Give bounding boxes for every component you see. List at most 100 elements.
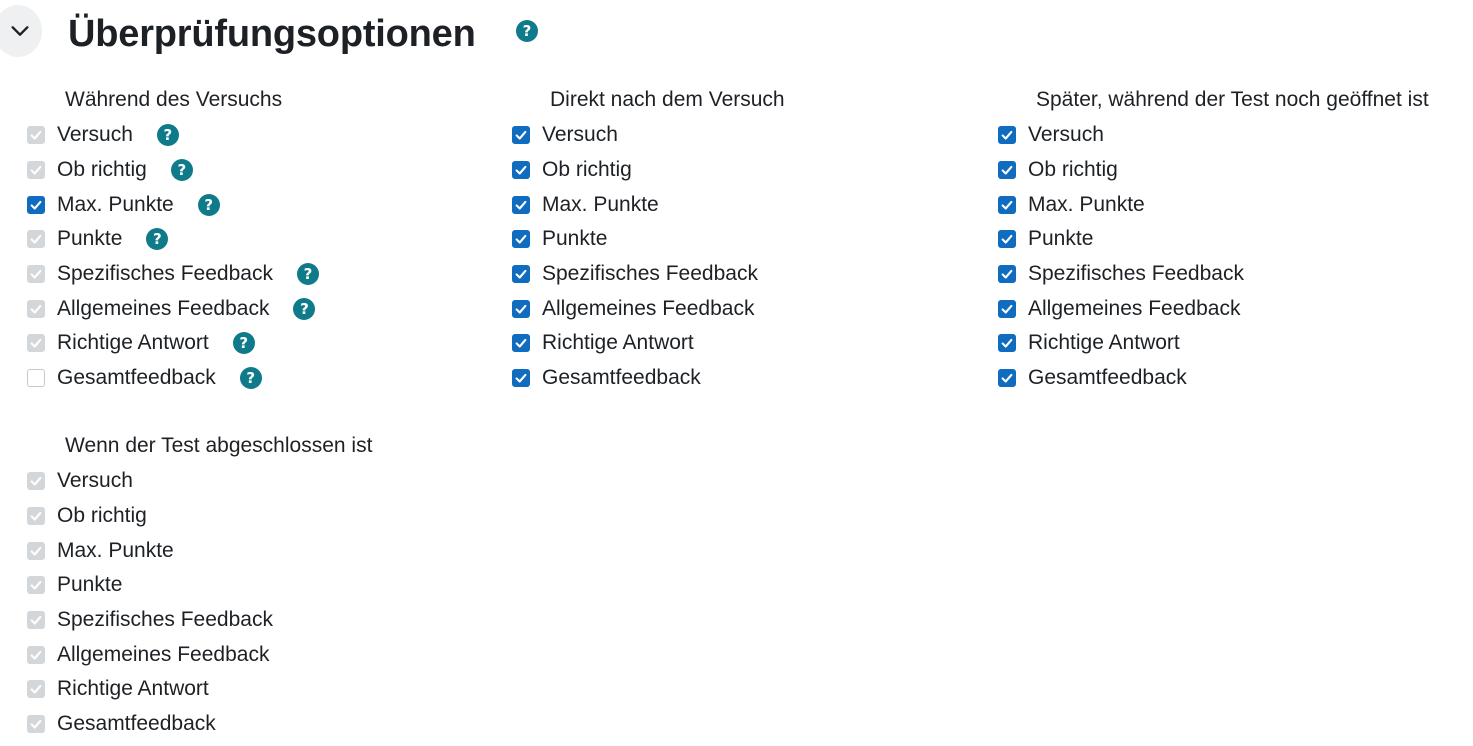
- versuch-checkbox[interactable]: [512, 126, 530, 145]
- option-label[interactable]: Gesamtfeedback: [542, 364, 701, 392]
- option-label[interactable]: Versuch: [542, 121, 618, 149]
- option-richtige-antwort: Richtige Antwort: [27, 672, 372, 707]
- option-label: Max. Punkte: [57, 538, 174, 562]
- checkmark-icon: [30, 650, 42, 660]
- option-versuch: Versuch: [27, 464, 372, 499]
- help-icon[interactable]: ?: [146, 228, 169, 251]
- checkmark-icon: [515, 200, 527, 210]
- help-icon[interactable]: ?: [293, 297, 316, 320]
- option-label[interactable]: Allgemeines Feedback: [542, 295, 754, 323]
- spezifisches-feedback-checkbox: [27, 265, 45, 284]
- option-label[interactable]: Gesamtfeedback: [57, 364, 216, 392]
- group-heading: Während des Versuchs: [65, 88, 283, 111]
- checkmark-icon: [1001, 269, 1013, 279]
- checkmark-icon: [1001, 374, 1013, 383]
- option-ob-richtig: Ob richtig: [512, 153, 785, 188]
- checkmark-icon: [30, 615, 42, 625]
- checkmark-icon: [30, 581, 42, 590]
- help-icon[interactable]: ?: [197, 193, 220, 216]
- option-richtige-antwort: Richtige Antwort: [998, 326, 1429, 361]
- checkmark-icon: [1001, 235, 1013, 244]
- gesamtfeedback-checkbox: [27, 715, 45, 734]
- option-richtige-antwort: Richtige Antwort: [512, 326, 785, 361]
- option-versuch: Versuch?: [27, 118, 319, 153]
- group-later-while-open: Später, während der Test noch geöffnet i…: [998, 86, 1429, 396]
- max-punkte-checkbox[interactable]: [998, 195, 1016, 214]
- help-icon[interactable]: ?: [239, 367, 262, 390]
- max-punkte-checkbox[interactable]: [512, 195, 530, 214]
- checkmark-icon: [30, 720, 42, 729]
- option-spezifisches-feedback: Spezifisches Feedback: [27, 603, 372, 638]
- spezifisches-feedback-checkbox[interactable]: [512, 265, 530, 284]
- checkmark-icon: [30, 304, 42, 314]
- option-spezifisches-feedback: Spezifisches Feedback?: [27, 257, 319, 292]
- option-gesamtfeedback: Gesamtfeedback: [512, 361, 785, 396]
- collapse-section-button[interactable]: [0, 5, 42, 57]
- allgemeines-feedback-checkbox[interactable]: [512, 299, 530, 318]
- option-label[interactable]: Allgemeines Feedback: [1028, 295, 1240, 323]
- option-label[interactable]: Gesamtfeedback: [1028, 364, 1187, 392]
- group-heading: Wenn der Test abgeschlossen ist: [65, 434, 373, 457]
- option-label[interactable]: Ob richtig: [1028, 156, 1118, 184]
- option-label[interactable]: Versuch: [1028, 121, 1104, 149]
- spezifisches-feedback-checkbox: [27, 611, 45, 630]
- punkte-checkbox: [27, 576, 45, 595]
- option-label[interactable]: Max. Punkte: [57, 191, 174, 219]
- spezifisches-feedback-checkbox[interactable]: [998, 265, 1016, 284]
- allgemeines-feedback-checkbox: [27, 645, 45, 664]
- option-allgemeines-feedback: Allgemeines Feedback: [998, 291, 1429, 326]
- versuch-checkbox[interactable]: [998, 126, 1016, 145]
- option-ob-richtig: Ob richtig: [27, 499, 372, 534]
- help-icon[interactable]: ?: [296, 263, 319, 286]
- richtige-antwort-checkbox: [27, 334, 45, 353]
- option-label[interactable]: Ob richtig: [542, 156, 632, 184]
- help-icon[interactable]: ?: [232, 332, 255, 355]
- option-versuch: Versuch: [512, 118, 785, 153]
- option-versuch: Versuch: [998, 118, 1429, 153]
- ob-richtig-checkbox: [27, 161, 45, 180]
- option-label[interactable]: Max. Punkte: [1028, 191, 1145, 219]
- checkmark-icon: [30, 477, 42, 486]
- checkmark-icon: [30, 235, 42, 244]
- help-icon[interactable]: ?: [156, 124, 179, 147]
- checkmark-icon: [30, 339, 42, 349]
- punkte-checkbox[interactable]: [512, 230, 530, 249]
- help-icon[interactable]: ?: [170, 159, 193, 182]
- gesamtfeedback-checkbox[interactable]: [998, 369, 1016, 388]
- option-label[interactable]: Richtige Antwort: [542, 329, 694, 357]
- checkmark-icon: [515, 339, 527, 349]
- allgemeines-feedback-checkbox[interactable]: [998, 299, 1016, 318]
- group-heading: Später, während der Test noch geöffnet i…: [1036, 88, 1429, 111]
- option-ob-richtig: Ob richtig: [998, 153, 1429, 188]
- checkmark-icon: [515, 304, 527, 314]
- richtige-antwort-checkbox: [27, 680, 45, 699]
- ob-richtig-checkbox[interactable]: [998, 161, 1016, 180]
- group-after-close: Wenn der Test abgeschlossen ist Versuch Ob…: [27, 432, 372, 742]
- option-label: Richtige Antwort: [57, 331, 209, 355]
- option-label: Richtige Antwort: [57, 677, 209, 701]
- option-richtige-antwort: Richtige Antwort?: [27, 326, 319, 361]
- option-label[interactable]: Max. Punkte: [542, 191, 659, 219]
- chevron-down-icon: [11, 26, 29, 36]
- option-label[interactable]: Punkte: [542, 225, 607, 253]
- option-ob-richtig: Ob richtig?: [27, 153, 319, 188]
- group-immediately-after: Direkt nach dem Versuch Versuch Ob richtig…: [512, 86, 785, 396]
- punkte-checkbox[interactable]: [998, 230, 1016, 249]
- checkmark-icon: [515, 374, 527, 383]
- option-label[interactable]: Spezifisches Feedback: [542, 260, 758, 288]
- ob-richtig-checkbox[interactable]: [512, 161, 530, 180]
- option-label[interactable]: Punkte: [1028, 225, 1093, 253]
- richtige-antwort-checkbox[interactable]: [998, 334, 1016, 353]
- option-label[interactable]: Richtige Antwort: [1028, 329, 1180, 357]
- richtige-antwort-checkbox[interactable]: [512, 334, 530, 353]
- gesamtfeedback-checkbox[interactable]: [512, 369, 530, 388]
- checkmark-icon: [1001, 131, 1013, 140]
- max-punkte-checkbox[interactable]: [27, 195, 45, 214]
- help-icon[interactable]: ?: [516, 20, 538, 42]
- option-label[interactable]: Spezifisches Feedback: [1028, 260, 1244, 288]
- gesamtfeedback-checkbox[interactable]: [27, 369, 45, 388]
- option-label: Spezifisches Feedback: [57, 608, 273, 632]
- checkmark-icon: [1001, 165, 1013, 175]
- group-during-attempt: Während des Versuchs Versuch? Ob richtig? M…: [27, 86, 319, 396]
- option-label: Allgemeines Feedback: [57, 296, 270, 320]
